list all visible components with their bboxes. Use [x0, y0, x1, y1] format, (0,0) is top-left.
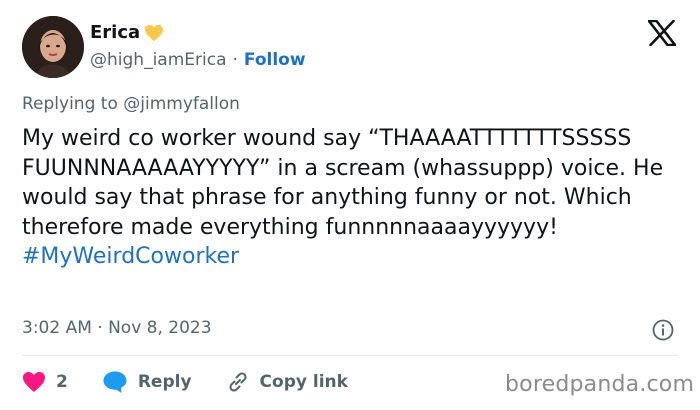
link-icon: [229, 372, 247, 392]
follow-button[interactable]: Follow: [244, 50, 306, 70]
divider: [22, 355, 678, 356]
tweet-timestamp[interactable]: 3:02 AM · Nov 8, 2023: [22, 318, 212, 338]
author-handle[interactable]: @high_iamErica: [90, 50, 226, 70]
heart-emoji-icon: [145, 24, 164, 41]
reply-label: Reply: [137, 372, 192, 392]
reply-button[interactable]: Reply: [102, 370, 192, 394]
copy-link-label: Copy link: [259, 372, 348, 392]
replying-prefix: Replying to: [22, 94, 118, 114]
tweet-body: My weird co worker wound say “THAAAATTTT…: [22, 124, 682, 272]
tweet-text: My weird co worker wound say “THAAAATTTT…: [22, 126, 664, 240]
copy-link-button[interactable]: Copy link: [226, 370, 348, 394]
x-logo-icon[interactable]: [648, 20, 676, 46]
avatar[interactable]: [22, 16, 84, 78]
watermark: boredpanda.com: [505, 372, 695, 397]
replying-to: Replying to @jimmyfallon: [22, 94, 240, 114]
avatar-image: [22, 16, 84, 78]
action-bar: 2 Reply Copy link: [22, 370, 348, 394]
reply-mention-link[interactable]: @jimmyfallon: [123, 94, 240, 114]
author-name[interactable]: Erica: [90, 22, 140, 43]
info-icon[interactable]: [652, 319, 674, 341]
author-name-row: Erica: [90, 22, 164, 43]
like-count: 2: [56, 372, 68, 392]
author-handle-row: @high_iamErica · Follow: [90, 50, 306, 70]
like-heart-icon: [23, 372, 45, 392]
reply-bubble-icon: [103, 371, 127, 393]
hashtag-link[interactable]: #MyWeirdCoworker: [22, 244, 239, 269]
separator-dot: ·: [232, 50, 238, 70]
like-button[interactable]: 2: [22, 371, 68, 393]
